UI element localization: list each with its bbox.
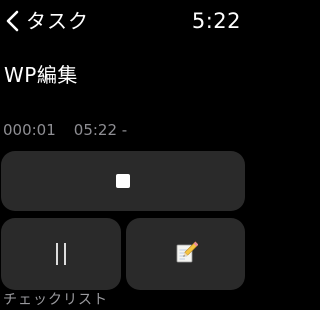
chevron-left-icon xyxy=(6,8,22,34)
back-button[interactable]: タスク xyxy=(6,8,89,34)
stop-icon xyxy=(116,174,130,188)
start-time-range: 05:22 - xyxy=(73,121,128,139)
time-row: 000:01 05:22 - xyxy=(3,120,127,140)
back-label: タスク xyxy=(26,9,89,33)
pause-button[interactable] xyxy=(1,218,121,290)
task-title: WP編集 xyxy=(4,63,78,87)
checklist-header: チェックリスト xyxy=(3,292,108,308)
pause-icon xyxy=(56,243,66,265)
memo-pencil-icon xyxy=(174,240,199,268)
elapsed-time: 000:01 xyxy=(3,121,56,139)
clock: 5:22 xyxy=(191,9,241,33)
status-bar: タスク 5:22 xyxy=(0,0,247,40)
stop-button[interactable] xyxy=(1,151,245,211)
edit-button[interactable] xyxy=(126,218,245,290)
